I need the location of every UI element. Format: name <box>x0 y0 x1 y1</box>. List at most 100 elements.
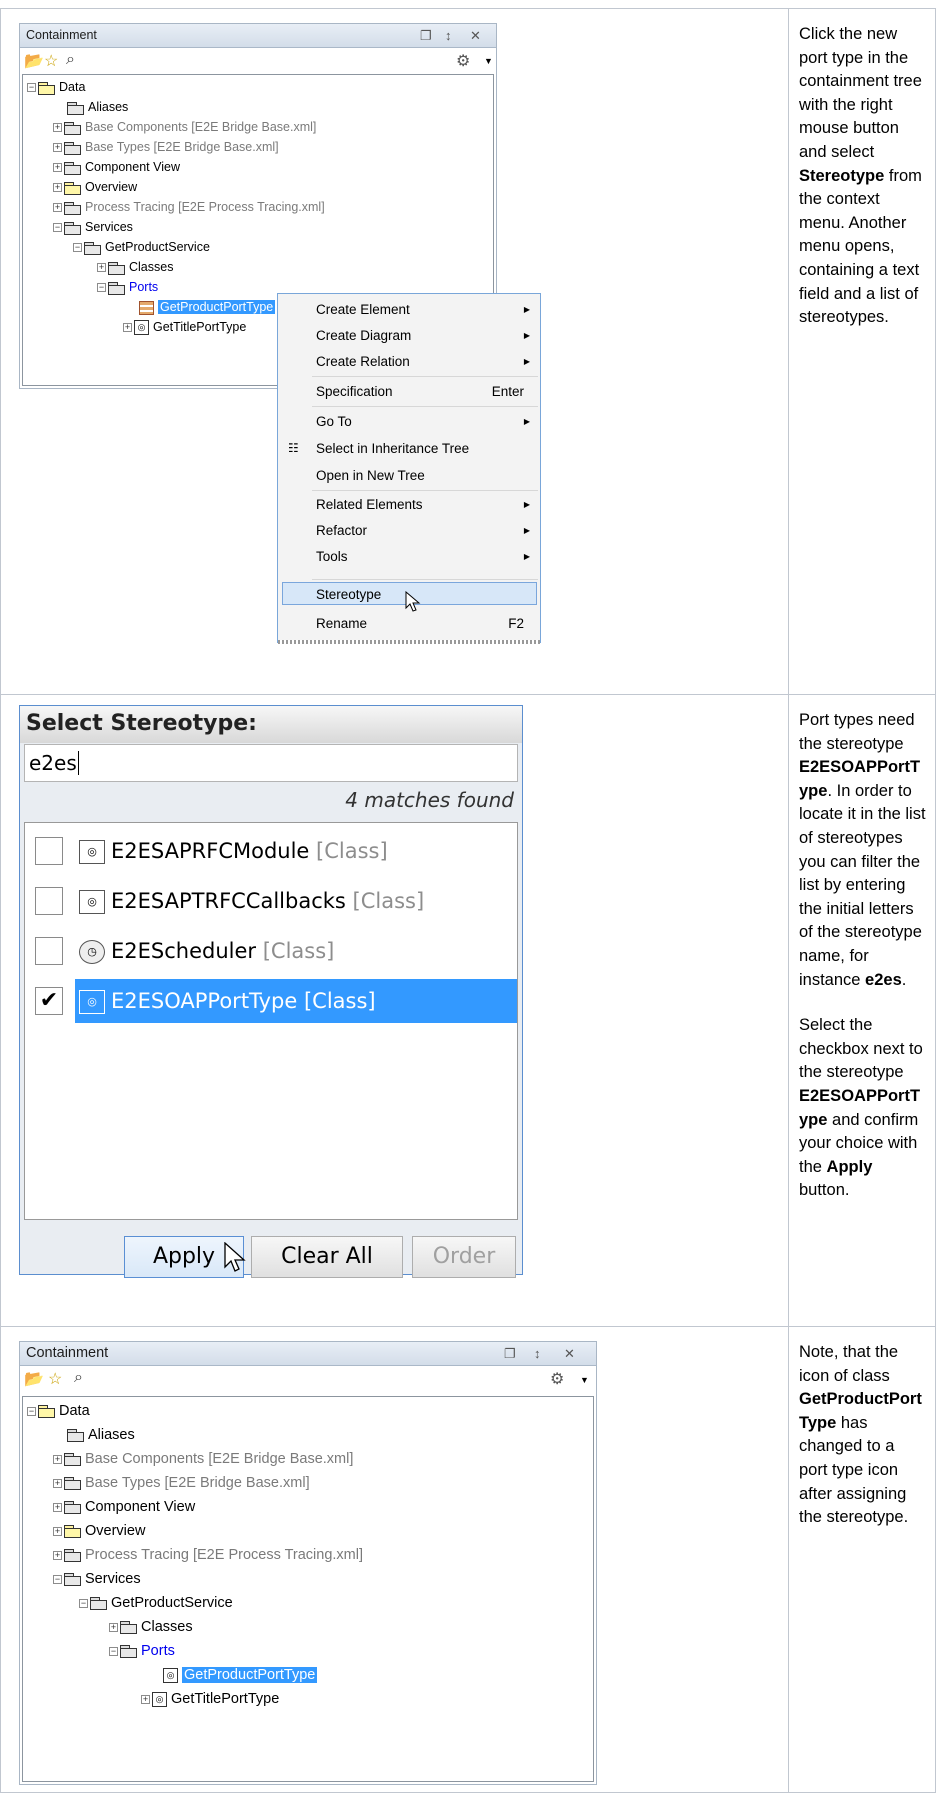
star-icon[interactable]: ☆ <box>44 51 58 71</box>
stereotype-entry[interactable]: ◎ E2ESAPRFCModule [Class] <box>75 829 517 873</box>
tree-node-base-types[interactable]: + Base Types [E2E Bridge Base.xml] <box>53 137 279 157</box>
open-folder-icon[interactable]: 📂 <box>24 1369 44 1389</box>
expand-icon[interactable]: + <box>123 323 132 333</box>
open-folder-icon[interactable]: 📂 <box>24 51 44 71</box>
match-count: 4 matches found <box>345 788 514 812</box>
menu-item-rename[interactable]: Rename F2 <box>278 612 540 635</box>
tree-node-base-components[interactable]: + Base Components [E2E Bridge Base.xml] <box>53 1447 353 1471</box>
tree-node-get-product-port-type[interactable]: ◎ GetProductPortType <box>163 1663 318 1687</box>
gear-icon[interactable]: ⚙ <box>456 51 470 71</box>
list-item[interactable]: ◷ E2EScheduler [Class] <box>25 929 517 973</box>
tree-node-get-title-port-type[interactable]: + ◎ GetTitlePortType <box>123 317 246 337</box>
collapse-icon[interactable]: − <box>53 223 62 233</box>
menu-item-specification[interactable]: Specification Enter <box>278 380 540 403</box>
expand-icon[interactable]: + <box>53 123 62 133</box>
tree-node-data[interactable]: − Data <box>27 77 85 97</box>
mouse-cursor-icon <box>405 591 421 612</box>
tree-node-component-view[interactable]: + Component View <box>53 157 180 177</box>
tree-node-services[interactable]: − Services <box>53 1567 141 1591</box>
pin-icon[interactable]: ↕ <box>445 24 452 47</box>
expand-icon[interactable]: + <box>53 1550 62 1560</box>
expand-icon[interactable]: + <box>53 203 62 213</box>
tree-node-ports[interactable]: − Ports <box>109 1639 175 1663</box>
restore-icon[interactable]: ❐ <box>504 1342 516 1365</box>
collapse-icon[interactable]: − <box>97 283 106 293</box>
collapse-icon[interactable]: − <box>73 243 82 253</box>
expand-icon[interactable]: + <box>141 1694 150 1704</box>
stereotype-entry[interactable]: ◷ E2EScheduler [Class] <box>75 929 517 973</box>
star-icon[interactable]: ☆ <box>48 1369 62 1389</box>
tree-node-classes[interactable]: + Classes <box>109 1615 193 1639</box>
chevron-down-icon[interactable]: ▼ <box>580 1375 589 1385</box>
expand-icon[interactable]: + <box>53 1454 62 1464</box>
tree-label: Data <box>59 1403 90 1419</box>
collapse-icon[interactable]: − <box>27 1406 36 1416</box>
expand-icon[interactable]: + <box>53 183 62 193</box>
stereotype-filter-input[interactable]: e2es <box>24 744 518 782</box>
expand-icon[interactable]: + <box>109 1622 118 1632</box>
tree-node-ports[interactable]: − Ports <box>97 277 158 297</box>
expand-icon[interactable]: + <box>53 1526 62 1536</box>
close-icon[interactable]: ✕ <box>470 24 481 47</box>
tree-node-aliases[interactable]: Aliases <box>67 1423 135 1447</box>
close-icon[interactable]: ✕ <box>564 1342 575 1365</box>
list-item[interactable]: ◎ E2ESAPTRFCCallbacks [Class] <box>25 879 517 923</box>
list-item[interactable]: ◎ E2ESAPRFCModule [Class] <box>25 829 517 873</box>
select-stereotype-dialog: Select Stereotype: e2es 4 matches found … <box>19 705 523 1278</box>
tree-node-get-product-service[interactable]: − GetProductService <box>73 237 210 257</box>
clear-all-button[interactable]: Clear All <box>251 1236 403 1278</box>
pin-icon[interactable]: ↕ <box>534 1342 541 1365</box>
stereotype-entry[interactable]: ◎ E2ESAPTRFCCallbacks [Class] <box>75 879 517 923</box>
menu-item-create-element[interactable]: Create Element ▶ <box>278 298 540 321</box>
search-icon[interactable]: ⌕ <box>66 51 75 69</box>
restore-icon[interactable]: ❐ <box>420 24 432 47</box>
tree-label: GetTitlePortType <box>153 320 247 334</box>
expand-icon[interactable]: + <box>53 163 62 173</box>
expand-icon[interactable]: + <box>53 1478 62 1488</box>
collapse-icon[interactable]: − <box>79 1598 88 1608</box>
tree-label: Base Components [E2E Bridge Base.xml] <box>85 120 317 134</box>
collapse-icon[interactable]: − <box>27 83 36 93</box>
menu-item-open-new-tree[interactable]: Open in New Tree <box>278 464 540 487</box>
menu-item-refactor[interactable]: Refactor ▶ <box>278 519 540 542</box>
menu-item-related-elements[interactable]: Related Elements ▶ <box>278 493 540 516</box>
tree-node-base-components[interactable]: + Base Components [E2E Bridge Base.xml] <box>53 117 316 137</box>
expand-icon[interactable]: + <box>97 263 106 273</box>
stereotype-list: ◎ E2ESAPRFCModule [Class] ◎ E2ESAPTRFCCall… <box>24 822 518 1220</box>
tree-node-component-view[interactable]: + Component View <box>53 1495 195 1519</box>
collapse-icon[interactable]: − <box>109 1646 118 1656</box>
instruction-text: button. <box>799 1181 850 1200</box>
menu-item-select-inheritance-tree[interactable]: ☷ Select in Inheritance Tree <box>278 437 540 460</box>
expand-icon[interactable]: + <box>53 1502 62 1512</box>
search-icon[interactable]: ⌕ <box>74 1369 83 1387</box>
tree-node-services[interactable]: − Services <box>53 217 133 237</box>
expand-icon[interactable]: + <box>53 143 62 153</box>
order-button[interactable]: Order <box>412 1236 516 1278</box>
collapse-icon[interactable]: − <box>53 1574 62 1584</box>
tree-node-get-title-port-type[interactable]: + ◎ GetTitlePortType <box>141 1687 279 1711</box>
list-item[interactable]: ✔ ◎ E2ESOAPPortType [Class] <box>25 979 517 1023</box>
menu-item-tools[interactable]: Tools ▶ <box>278 545 540 568</box>
menu-item-create-diagram[interactable]: Create Diagram ▶ <box>278 324 540 347</box>
stereotype-checkbox[interactable] <box>35 937 63 965</box>
tree-node-classes[interactable]: + Classes <box>97 257 173 277</box>
tree-node-process-tracing[interactable]: + Process Tracing [E2E Process Tracing.xm… <box>53 197 325 217</box>
stereotype-checkbox[interactable] <box>35 837 63 865</box>
menu-item-create-relation[interactable]: Create Relation ▶ <box>278 350 540 373</box>
menu-item-go-to[interactable]: Go To ▶ <box>278 410 540 433</box>
clock-icon: ◷ <box>79 940 105 964</box>
tree-node-get-product-port-type[interactable]: GetProductPortType <box>139 297 276 317</box>
stereotype-checkbox-checked[interactable]: ✔ <box>35 987 63 1015</box>
gear-icon[interactable]: ⚙ <box>550 1369 564 1389</box>
tree-node-overview[interactable]: + Overview <box>53 1519 145 1543</box>
tree-node-data[interactable]: − Data <box>27 1399 90 1423</box>
stereotype-checkbox[interactable] <box>35 887 63 915</box>
tree-node-process-tracing[interactable]: + Process Tracing [E2E Process Tracing.xm… <box>53 1543 363 1567</box>
tree-node-get-product-service[interactable]: − GetProductService <box>79 1591 233 1615</box>
chevron-down-icon[interactable]: ▼ <box>484 56 493 66</box>
tree-node-aliases[interactable]: Aliases <box>67 97 128 117</box>
tree-node-base-types[interactable]: + Base Types [E2E Bridge Base.xml] <box>53 1471 310 1495</box>
stereotype-entry-selected[interactable]: ◎ E2ESOAPPortType [Class] <box>75 979 517 1023</box>
tree-node-overview[interactable]: + Overview <box>53 177 137 197</box>
package-icon <box>64 1573 81 1587</box>
